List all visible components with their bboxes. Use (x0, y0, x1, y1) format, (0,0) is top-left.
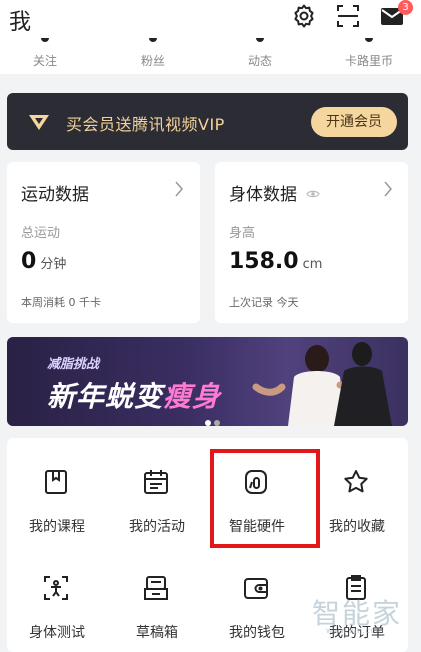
last-record: 上次记录 今天 (229, 296, 299, 309)
banner-tag: 减脂挑战 (47, 357, 100, 372)
vip-promo-text: 买会员送腾讯视频VIP (66, 115, 225, 134)
sport-data-title: 运动数据 (21, 185, 89, 205)
promo-banner[interactable]: 减脂挑战 新年蜕变瘦身 (7, 337, 408, 426)
grid-item-body-test[interactable]: 身体测试 (7, 544, 107, 644)
grid-item-drafts[interactable]: 草稿箱 (107, 544, 207, 644)
banner-headline: 新年蜕变瘦身 (47, 380, 222, 413)
sport-data-card[interactable]: 运动数据 总运动 0 分钟 本周消耗 0 千卡 (7, 162, 200, 323)
watermark-url: www.znj.com (326, 626, 385, 635)
height-value: 158.0 cm (229, 249, 323, 274)
bookmark-icon (45, 470, 67, 494)
sport-total-label: 总运动 (21, 226, 61, 241)
grid-item-my-favorites[interactable]: 我的收藏 (307, 438, 407, 538)
page-title: 我 (9, 10, 32, 35)
gear-icon[interactable] (291, 3, 317, 29)
athletes-illustration (252, 342, 392, 426)
body-test-icon (44, 576, 68, 600)
grid-item-my-wallet[interactable]: 我的钱包 (207, 544, 307, 644)
carousel-dots[interactable] (205, 411, 223, 426)
stat-calorie-coins[interactable]: 卡路里币 (329, 38, 409, 69)
highlight-box (210, 449, 320, 548)
open-membership-button[interactable]: 开通会员 (311, 107, 397, 137)
stat-posts[interactable]: 动态 (220, 38, 300, 69)
sport-week-calories: 本周消耗 0 千卡 (21, 296, 101, 309)
chevron-right-icon (174, 180, 184, 202)
stats-row: 关注 粉丝 动态 卡路里币 (0, 38, 421, 74)
top-bar: 我 3 (0, 0, 421, 38)
stat-following[interactable]: 关注 (5, 38, 85, 69)
sport-total-value: 0 分钟 (21, 249, 67, 274)
wallet-icon (244, 578, 268, 599)
calendar-icon (144, 470, 168, 494)
height-label: 身高 (229, 226, 256, 241)
star-icon (344, 470, 368, 493)
vip-banner[interactable]: 买会员送腾讯视频VIP 开通会员 (7, 93, 408, 150)
notification-badge: 3 (398, 0, 413, 15)
stat-followers[interactable]: 粉丝 (113, 38, 193, 69)
scan-icon[interactable] (335, 3, 361, 29)
vip-diamond-icon (27, 110, 51, 134)
draft-icon (144, 576, 168, 600)
eye-icon[interactable] (306, 184, 320, 203)
grid-item-my-courses[interactable]: 我的课程 (7, 438, 107, 538)
grid-item-my-activities[interactable]: 我的活动 (107, 438, 207, 538)
body-data-card[interactable]: 身体数据 身高 158.0 cm 上次记录 今天 (215, 162, 408, 323)
body-data-title: 身体数据 (229, 185, 297, 205)
chevron-right-icon (383, 180, 393, 202)
